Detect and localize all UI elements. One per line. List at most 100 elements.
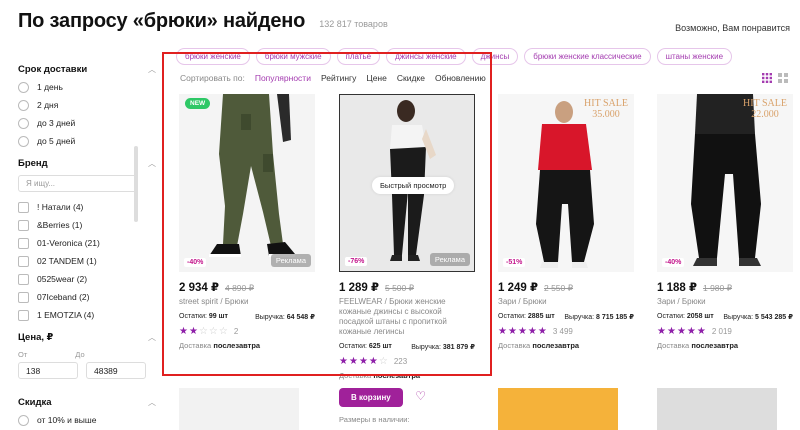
discount-option[interactable]: от 10% и выше xyxy=(18,411,156,429)
star-icon: ★ xyxy=(686,326,697,337)
hit-sale-title: HIT SALE xyxy=(743,98,787,109)
product-brand[interactable]: Зари / Брюки xyxy=(657,297,793,307)
sort-popularity[interactable]: Популярности xyxy=(255,73,311,83)
tag-chip[interactable]: джинсы xyxy=(471,48,519,65)
brand-option[interactable]: 0525wear (2) xyxy=(18,270,156,288)
product-brand[interactable]: Зари / Брюки xyxy=(498,297,634,307)
checkbox[interactable] xyxy=(18,201,29,213)
star-icon: ★ xyxy=(179,326,189,337)
price-to-input[interactable]: 48389 xyxy=(86,362,146,379)
chevron-up-icon[interactable]: ︿ xyxy=(148,158,156,169)
brand-option[interactable]: 02 TANDEM (1) xyxy=(18,252,156,270)
heart-icon[interactable]: ♡ xyxy=(415,389,426,403)
product-image[interactable]: HIT SALE 35.000 -51% xyxy=(498,94,634,272)
tag-chip[interactable]: платье xyxy=(336,48,381,65)
product-card-preview[interactable] xyxy=(657,388,777,430)
new-badge: NEW xyxy=(185,98,211,109)
maybe-like-link[interactable]: Возможно, Вам понравится xyxy=(675,23,790,33)
product-brand[interactable]: street spirit / Брюки xyxy=(179,297,315,307)
review-count: 2 xyxy=(233,327,239,336)
delivery-option[interactable]: 1 день xyxy=(18,78,156,96)
brand-option[interactable]: 07Iceband (2) xyxy=(18,288,156,306)
checkbox[interactable] xyxy=(18,255,29,267)
product-image[interactable]: NEW -40% Реклама xyxy=(179,94,315,272)
radio-button[interactable] xyxy=(18,99,29,111)
star-icon: ★ xyxy=(368,356,379,367)
stock-label: Остатки: xyxy=(657,313,685,320)
star-icon: ★ xyxy=(507,326,518,337)
brand-option[interactable]: 01-Veronica (21) xyxy=(18,234,156,252)
radio-button[interactable] xyxy=(18,135,29,147)
brand-scrollbar[interactable] xyxy=(134,146,138,222)
tag-chip[interactable]: брюки женские классические xyxy=(524,48,651,65)
search-header: По запросу «брюки» найдено 132 817 товар… xyxy=(18,10,388,40)
grid-small-icon[interactable] xyxy=(762,73,772,83)
revenue-stat: Выручка: 381 879 ₽ xyxy=(411,343,475,351)
product-photo xyxy=(209,94,295,257)
sort-updated[interactable]: Обновлению xyxy=(435,73,486,83)
product-card-preview[interactable] xyxy=(179,388,299,430)
tag-chip[interactable]: брюки женские xyxy=(176,48,250,65)
filter-title: Бренд xyxy=(18,157,48,169)
product-stats: Остатки: 99 шт Выручка: 64 548 ₽ xyxy=(179,313,315,321)
filter-discount-header[interactable]: Скидка ︿ xyxy=(18,393,156,411)
product-image[interactable]: HIT SALE 22.000 -40% xyxy=(657,94,793,272)
stock-value: 99 шт xyxy=(208,313,228,320)
checkbox[interactable] xyxy=(18,309,29,321)
tag-chip[interactable]: джинсы женские xyxy=(386,48,466,65)
price-row: 1 249 ₽ 2 550 ₽ xyxy=(498,280,634,294)
revenue-value: 8 715 185 ₽ xyxy=(596,314,634,321)
star-icon: ★ xyxy=(358,356,369,367)
stock-value: 2885 шт xyxy=(527,313,555,320)
brand-search-input[interactable]: Я ищу... xyxy=(18,175,138,192)
price-row: 2 934 ₽ 4 890 ₽ xyxy=(179,280,315,294)
sort-discount[interactable]: Скидке xyxy=(397,73,425,83)
product-image[interactable]: Быстрый просмотр -76% Реклама xyxy=(339,94,475,272)
radio-button[interactable] xyxy=(18,414,29,426)
checkbox[interactable] xyxy=(18,237,29,249)
product-photo xyxy=(691,94,761,266)
star-icon: ★ xyxy=(696,326,707,337)
quick-view-button[interactable]: Быстрый просмотр xyxy=(372,177,455,194)
checkbox[interactable] xyxy=(18,273,29,285)
checkbox[interactable] xyxy=(18,219,29,231)
product-card[interactable]: HIT SALE 22.000 -40% 1 188 ₽ 1 980 ₽ Зар… xyxy=(657,94,793,350)
product-card[interactable]: Быстрый просмотр -76% Реклама 1 289 ₽ 5 … xyxy=(339,94,475,424)
discount-badge: -51% xyxy=(503,258,526,267)
results-count: 132 817 товаров xyxy=(319,19,388,29)
product-price: 1 249 ₽ xyxy=(498,282,538,294)
revenue-stat: Выручка: 8 715 185 ₽ xyxy=(564,313,634,321)
grid-large-icon[interactable] xyxy=(778,73,788,83)
radio-button[interactable] xyxy=(18,81,29,93)
delivery-option[interactable]: до 3 дней xyxy=(18,114,156,132)
hit-sale-label: HIT SALE 22.000 xyxy=(743,98,787,120)
delivery-value: послезавтра xyxy=(373,371,421,380)
sort-rating[interactable]: Рейтингу xyxy=(321,73,356,83)
sort-label: Сортировать по: xyxy=(180,73,245,83)
product-card-preview[interactable] xyxy=(498,388,618,430)
revenue-label: Выручка: xyxy=(255,314,285,321)
add-to-cart-button[interactable]: В корзину xyxy=(339,388,403,407)
price-from-input[interactable]: 138 xyxy=(18,362,78,379)
filter-price-header[interactable]: Цена, ₽ ︿ xyxy=(18,328,156,346)
product-stats: Остатки: 2058 шт Выручка: 5 543 285 ₽ xyxy=(657,313,793,321)
product-photo xyxy=(536,101,594,268)
product-brand[interactable]: FEELWEAR / Брюки женские кожаные джинсы … xyxy=(339,297,475,337)
filter-delivery-header[interactable]: Срок доставки ︿ xyxy=(18,60,156,78)
product-card[interactable]: HIT SALE 35.000 -51% 1 249 ₽ 2 550 ₽ Зар… xyxy=(498,94,634,350)
radio-button[interactable] xyxy=(18,117,29,129)
delivery-option[interactable]: 2 дня xyxy=(18,96,156,114)
filter-title: Цена, ₽ xyxy=(18,331,54,343)
product-card[interactable]: NEW -40% Реклама 2 934 ₽ 4 890 ₽ street … xyxy=(179,94,315,350)
brand-option[interactable]: 1 EMOTZIA (4) xyxy=(18,306,156,324)
sort-price[interactable]: Цене xyxy=(366,73,386,83)
chevron-up-icon[interactable]: ︿ xyxy=(148,64,156,75)
tag-chip[interactable]: брюки мужские xyxy=(255,48,331,65)
review-count: 223 xyxy=(393,357,408,366)
price-to-label: До xyxy=(75,350,85,359)
checkbox[interactable] xyxy=(18,291,29,303)
option-label: &Berries (1) xyxy=(37,220,83,230)
chevron-up-icon[interactable]: ︿ xyxy=(148,397,156,408)
chevron-up-icon[interactable]: ︿ xyxy=(148,332,156,343)
tag-chip[interactable]: штаны женские xyxy=(656,48,733,65)
